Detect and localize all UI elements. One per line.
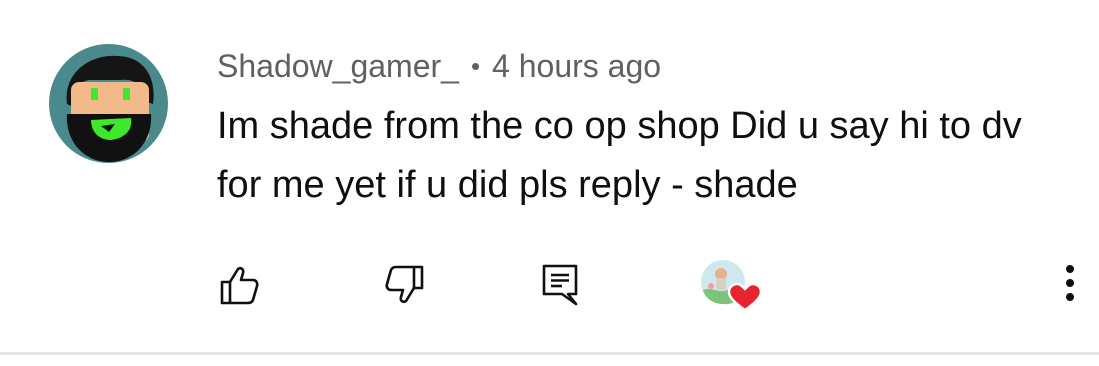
- like-button[interactable]: [214, 260, 264, 310]
- thumb-down-icon: [385, 265, 424, 304]
- creator-heart-icon: [701, 260, 763, 312]
- author-name[interactable]: Shadow_gamer_: [217, 48, 459, 85]
- meta-separator: •: [470, 50, 481, 81]
- comment-text: Im shade from the co op shop Did u say h…: [217, 105, 1022, 206]
- vertical-dots-icon: [1066, 265, 1074, 301]
- avatar[interactable]: [49, 44, 168, 163]
- comment-meta: Shadow_gamer_ • 4 hours ago: [217, 44, 661, 88]
- comment-divider: [0, 352, 1099, 355]
- thumb-up-icon: [220, 266, 259, 305]
- reply-comment-icon: [542, 264, 578, 306]
- comment-item: Shadow_gamer_ • 4 hours ago Im shade fro…: [0, 0, 1099, 352]
- more-options-button[interactable]: [1050, 258, 1090, 308]
- dislike-button[interactable]: [380, 260, 430, 310]
- comment-time[interactable]: 4 hours ago: [492, 48, 661, 85]
- reply-button[interactable]: [535, 260, 585, 310]
- avatar-image: [49, 44, 168, 163]
- creator-heart-badge[interactable]: [699, 256, 767, 316]
